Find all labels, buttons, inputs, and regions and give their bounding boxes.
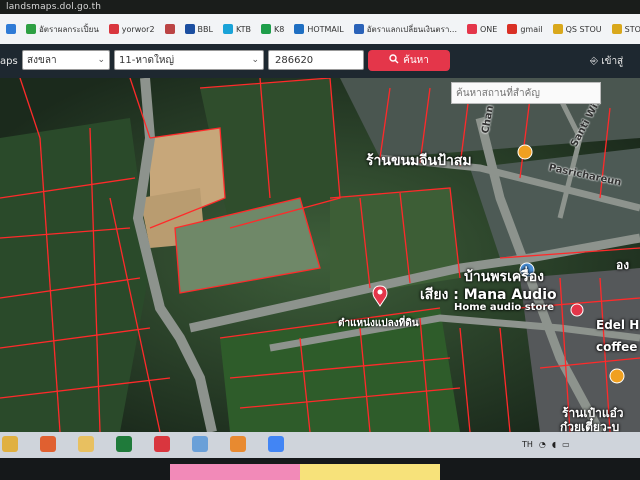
app-icon[interactable] <box>154 436 170 452</box>
app-brand: aps <box>0 55 18 67</box>
bookmark-label: KTB <box>235 24 251 34</box>
poi-marker-icon[interactable] <box>517 144 533 160</box>
satellite-map[interactable]: ร้านขนมจีนป้าสม ตำแหน่งแปลงที่ดิน บ้านพร… <box>0 78 640 432</box>
media-player-icon[interactable] <box>40 436 56 452</box>
poi-label: Edel H <box>596 318 640 332</box>
bookmark-item[interactable]: อัตราผลกระเปิ้ยน <box>26 23 99 36</box>
bookmark-item[interactable]: KTB <box>222 24 251 34</box>
district-value: 11-หาดใหญ่ <box>119 54 175 66</box>
bookmark-item[interactable]: K8 <box>260 24 285 34</box>
chrome-icon[interactable] <box>268 436 284 452</box>
bookmark-item[interactable]: อัตราแลกเปลี่ยนเงินตรา... <box>353 23 457 36</box>
bookmark-item[interactable]: ONE <box>467 24 497 34</box>
sticky-note <box>170 464 300 480</box>
bank-icon <box>222 24 233 34</box>
volume-icon[interactable]: ◖ <box>552 440 556 449</box>
search-button[interactable]: ค้นหา <box>368 50 450 71</box>
language-indicator[interactable]: TH <box>522 440 533 449</box>
bookmark-label: K8 <box>273 24 285 34</box>
bookmark-item[interactable]: HOTMAIL <box>294 24 344 34</box>
province-select[interactable]: สงขลา ⌄ <box>22 50 110 70</box>
district-select[interactable]: 11-หาดใหญ่ ⌄ <box>114 50 264 70</box>
wifi-icon[interactable]: ◔ <box>539 440 546 449</box>
paint-icon[interactable] <box>230 436 246 452</box>
bookmark-label: ONE <box>480 24 498 34</box>
poi-marker-icon[interactable] <box>609 368 625 384</box>
poi-label: ก๋วยเตี๋ยว-บ <box>560 420 620 432</box>
bookmark-item[interactable]: yorwor2 <box>108 24 155 34</box>
mail-icon <box>294 24 305 34</box>
page-icon <box>6 24 16 34</box>
bookmark-label: QS STOU <box>565 24 602 34</box>
globe-icon <box>353 24 364 34</box>
bookmarks-bar: อัตราผลกระเปิ้ยน yorwor2 BBL KTB K8 HOTMAIL อั… <box>0 14 640 44</box>
battery-icon[interactable]: ▭ <box>562 440 570 449</box>
bookmark-item[interactable]: QS STOU <box>552 24 602 34</box>
bars-icon <box>108 24 119 34</box>
page-icon <box>552 24 563 34</box>
search-icon <box>389 54 399 67</box>
place-search-input[interactable] <box>451 82 601 104</box>
bookmark-label: yorwor2 <box>121 24 155 34</box>
parcel-label: ตำแหน่งแปลงที่ดิน <box>338 318 419 329</box>
bookmark-item[interactable] <box>164 24 175 34</box>
sticky-note <box>300 464 440 480</box>
bank-icon <box>184 24 195 34</box>
parcel-number-input[interactable] <box>268 50 364 70</box>
gmail-icon <box>507 24 518 34</box>
map-canvas[interactable] <box>0 78 640 432</box>
poi-label: coffee <box>596 340 638 354</box>
bookmark-item[interactable] <box>6 24 16 34</box>
bookmark-label: BBL <box>197 24 213 34</box>
bookmark-label: อัตราแลกเปลี่ยนเงินตรา... <box>366 24 457 34</box>
chevron-down-icon: ⌄ <box>97 55 105 65</box>
address-bar[interactable]: landsmaps.dol.go.th <box>0 0 640 14</box>
bank-icon <box>260 24 271 34</box>
url-text[interactable]: landsmaps.dol.go.th <box>6 2 101 12</box>
photos-icon[interactable] <box>192 436 208 452</box>
folder-icon[interactable] <box>78 436 94 452</box>
excel-icon[interactable] <box>116 436 132 452</box>
page-icon <box>467 24 477 34</box>
bookmark-label: STOU <box>624 24 640 34</box>
page-icon <box>611 24 622 34</box>
bookmark-label: HOTMAIL <box>307 24 344 34</box>
bookmark-label: gmail <box>520 24 543 34</box>
page-icon <box>164 24 175 34</box>
file-explorer-icon[interactable] <box>2 436 18 452</box>
forest-area <box>0 118 150 432</box>
poi-marker-icon[interactable] <box>570 303 584 317</box>
bookmark-item[interactable]: gmail <box>507 24 543 34</box>
chevron-down-icon: ⌄ <box>251 55 259 65</box>
bookmark-label: อัตราผลกระเปิ้ยน <box>39 24 99 34</box>
login-link[interactable]: ⎆ เข้าสู่ <box>590 54 623 69</box>
poi-label: ร้านขนมจีนป้าสม <box>366 153 472 169</box>
poi-sub-label: Home audio store <box>454 302 555 313</box>
bookmark-item[interactable]: STOU <box>611 24 640 34</box>
bookmark-item[interactable]: BBL <box>184 24 213 34</box>
province-value: สงขลา <box>27 54 57 66</box>
globe-icon <box>26 24 36 34</box>
search-button-label: ค้นหา <box>403 55 429 66</box>
poi-label: อง <box>616 258 630 272</box>
login-label: เข้าสู่ <box>601 56 624 67</box>
system-tray[interactable]: TH ◔ ◖ ▭ <box>522 440 570 449</box>
user-icon: ⎆ <box>590 56 598 67</box>
